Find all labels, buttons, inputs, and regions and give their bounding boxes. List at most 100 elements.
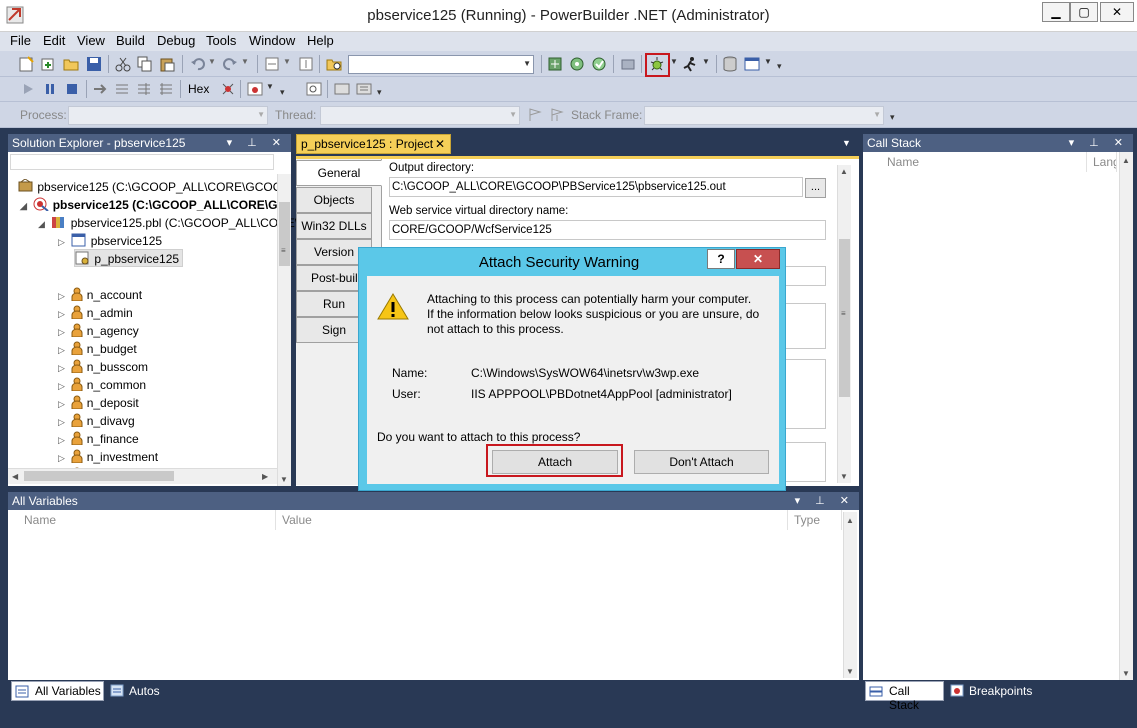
step-out-icon[interactable] bbox=[158, 81, 174, 97]
collapsed-arrow-icon[interactable]: ▷ bbox=[58, 413, 68, 431]
call-stack-scrollbar[interactable]: ▲ ▼ bbox=[1119, 152, 1133, 680]
tree-item-object[interactable]: ▷ n_investment bbox=[58, 448, 158, 466]
tree-item-object[interactable]: ▷ n_agency bbox=[58, 322, 139, 340]
tab-objects[interactable]: Objects bbox=[296, 187, 372, 213]
pane-controls[interactable]: ▾ ⊥ ✕ bbox=[227, 134, 287, 152]
tree-item-application[interactable]: ▷ pbservice125 bbox=[58, 232, 162, 250]
collapsed-arrow-icon[interactable]: ▷ bbox=[58, 305, 68, 323]
tree-item-target[interactable]: ◢ pbservice125 (C:\GCOOP_ALL\CORE\G bbox=[20, 196, 277, 214]
column-header-name[interactable]: Name bbox=[881, 152, 1087, 172]
menu-view[interactable]: View bbox=[77, 33, 105, 48]
collapsed-arrow-icon[interactable]: ▷ bbox=[58, 323, 68, 341]
collapsed-arrow-icon[interactable]: ▷ bbox=[58, 431, 68, 449]
expanded-arrow-icon[interactable]: ◢ bbox=[20, 197, 30, 215]
pause-icon[interactable] bbox=[42, 81, 58, 97]
redo-dropdown-icon[interactable]: ▼ bbox=[241, 57, 249, 66]
toggle-flag-icon[interactable] bbox=[527, 107, 543, 123]
menu-edit[interactable]: Edit bbox=[43, 33, 65, 48]
browse-button[interactable]: ... bbox=[805, 178, 826, 198]
tree-item-object[interactable]: ▷ n_common bbox=[58, 376, 146, 394]
document-dropdown-icon[interactable]: ▼ bbox=[842, 138, 851, 148]
save-icon[interactable] bbox=[86, 56, 102, 72]
scroll-down-icon[interactable]: ▼ bbox=[840, 472, 848, 481]
menu-tools[interactable]: Tools bbox=[206, 33, 236, 48]
layout-dropdown-icon[interactable]: ▼ bbox=[764, 57, 772, 66]
toolbar-overflow-icon[interactable]: ▾ bbox=[777, 61, 782, 72]
tree-item-project[interactable]: p_pbservice125 bbox=[74, 249, 184, 267]
web-service-directory-field[interactable]: CORE/GCOOP/WcfService125 bbox=[389, 220, 826, 240]
scroll-right-icon[interactable]: ▶ bbox=[262, 472, 268, 481]
collapsed-arrow-icon[interactable]: ▷ bbox=[58, 287, 68, 305]
build-solution-icon[interactable] bbox=[547, 56, 563, 72]
tree-item-library[interactable]: ◢ pbservice125.pbl (C:\GCOOP_ALL\CORE\C bbox=[38, 214, 307, 232]
step-over-icon[interactable] bbox=[136, 81, 152, 97]
copy-icon[interactable] bbox=[137, 56, 153, 72]
undo-icon[interactable] bbox=[190, 56, 206, 72]
redo-icon[interactable] bbox=[222, 56, 238, 72]
open-folder-icon[interactable] bbox=[63, 56, 79, 72]
stack-frame-combobox[interactable]: ▼ bbox=[644, 106, 884, 125]
column-header-name[interactable]: Name bbox=[18, 510, 276, 530]
add-item-icon[interactable] bbox=[40, 56, 56, 72]
tree-item-object[interactable]: ▷ n_account bbox=[58, 286, 142, 304]
hex-toggle[interactable]: Hex bbox=[188, 82, 209, 96]
collapsed-arrow-icon[interactable]: ▷ bbox=[58, 395, 68, 413]
scrollbar-thumb[interactable] bbox=[839, 239, 850, 397]
help-button[interactable]: ? bbox=[707, 249, 735, 269]
expanded-arrow-icon[interactable]: ◢ bbox=[38, 215, 48, 233]
window-layout-icon[interactable] bbox=[744, 56, 760, 72]
tab-breakpoints[interactable]: Breakpoints bbox=[950, 681, 1050, 701]
new-project-icon[interactable] bbox=[18, 56, 34, 72]
run-dropdown-icon[interactable]: ▼ bbox=[702, 57, 710, 66]
column-header-value[interactable]: Value bbox=[276, 510, 788, 530]
collapsed-arrow-icon[interactable]: ▷ bbox=[58, 341, 68, 359]
scroll-down-icon[interactable]: ▼ bbox=[280, 475, 288, 484]
maximize-button[interactable]: ▢ bbox=[1070, 2, 1098, 22]
registers-window-icon[interactable] bbox=[356, 81, 372, 97]
database-icon[interactable] bbox=[722, 56, 738, 72]
continue-icon[interactable] bbox=[20, 81, 36, 97]
pane-controls[interactable]: ▾ ⊥ ✕ bbox=[795, 492, 855, 510]
cut-icon[interactable] bbox=[115, 56, 131, 72]
tree-item-object[interactable]: ▷ n_budget bbox=[58, 340, 137, 358]
column-header-type[interactable]: Type bbox=[788, 510, 842, 530]
step-into-icon[interactable] bbox=[114, 81, 130, 97]
tree-item-object[interactable]: ▷ n_busscom bbox=[58, 358, 148, 376]
scrollbar-thumb[interactable] bbox=[24, 471, 174, 481]
document-tab-project[interactable]: p_pbservice125 : Project ✕ bbox=[296, 134, 451, 154]
scroll-up-icon[interactable]: ▲ bbox=[1122, 156, 1130, 165]
undo-dropdown-icon[interactable]: ▼ bbox=[208, 57, 216, 66]
navigate-back-icon[interactable] bbox=[264, 56, 280, 72]
menu-file[interactable]: File bbox=[10, 33, 31, 48]
menu-window[interactable]: Window bbox=[249, 33, 295, 48]
quick-watch-icon[interactable] bbox=[306, 81, 322, 97]
close-window-button[interactable]: ✕ bbox=[1100, 2, 1134, 22]
breakpoints-dropdown-icon[interactable]: ▼ bbox=[266, 82, 274, 91]
build-project-icon[interactable] bbox=[569, 56, 585, 72]
navigate-forward-icon[interactable] bbox=[298, 56, 314, 72]
collapsed-arrow-icon[interactable]: ▷ bbox=[58, 359, 68, 377]
run-icon[interactable] bbox=[682, 56, 698, 72]
minimize-button[interactable]: ▁ bbox=[1042, 2, 1070, 22]
collapsed-arrow-icon[interactable]: ▷ bbox=[58, 377, 68, 395]
menu-help[interactable]: Help bbox=[307, 33, 334, 48]
tree-item-object[interactable]: ▷ n_admin bbox=[58, 304, 133, 322]
toolbar-overflow-icon[interactable]: ▾ bbox=[280, 87, 285, 98]
process-combobox[interactable]: ▼ bbox=[68, 106, 268, 125]
find-in-files-icon[interactable] bbox=[326, 56, 342, 72]
editor-vertical-scrollbar[interactable]: ▲ ≡ ▼ bbox=[837, 165, 851, 483]
menu-build[interactable]: Build bbox=[116, 33, 145, 48]
scroll-left-icon[interactable]: ◀ bbox=[12, 472, 18, 481]
stop-debug-icon[interactable] bbox=[620, 56, 636, 72]
breakpoints-window-icon[interactable] bbox=[247, 81, 263, 97]
show-next-statement-icon[interactable] bbox=[92, 81, 108, 97]
scrollbar-thumb[interactable] bbox=[279, 202, 290, 266]
close-dialog-button[interactable]: ✕ bbox=[736, 249, 780, 269]
stop-icon[interactable] bbox=[64, 81, 80, 97]
variables-scrollbar[interactable]: ▲ ▼ bbox=[843, 512, 857, 678]
tree-horizontal-scrollbar[interactable]: ◀ ▶ bbox=[8, 468, 277, 484]
breakpoint-config-icon[interactable] bbox=[220, 81, 236, 97]
tab-all-variables[interactable]: All Variables bbox=[11, 681, 104, 701]
column-header-language[interactable]: Lang bbox=[1087, 152, 1117, 172]
attach-dropdown-icon[interactable]: ▼ bbox=[670, 57, 678, 66]
